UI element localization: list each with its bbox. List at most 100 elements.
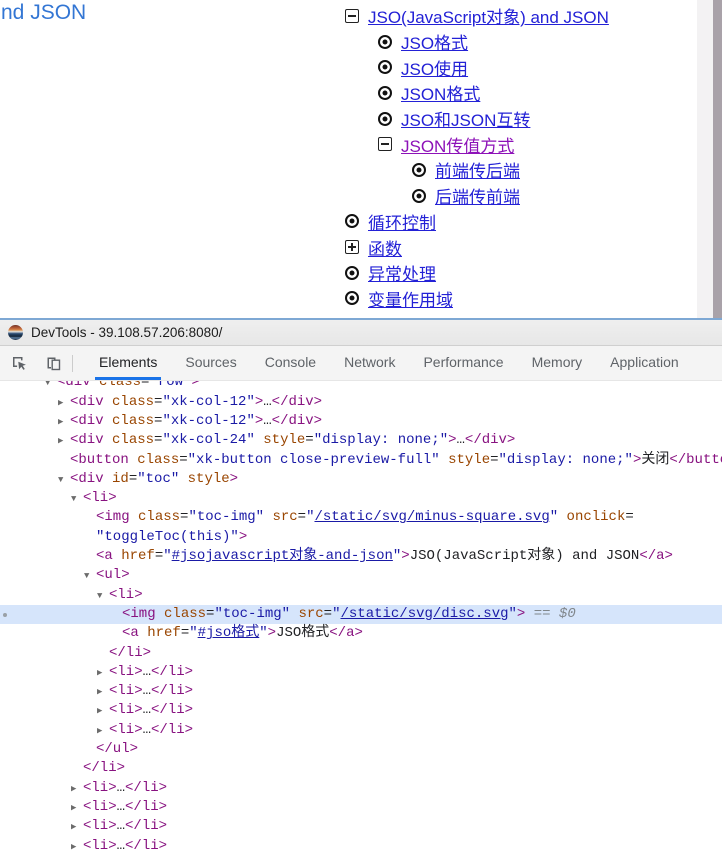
- expand-arrow-closed-icon[interactable]: ▶: [71, 799, 83, 818]
- tree-row[interactable]: ▶<li>…</li>: [0, 721, 722, 740]
- page-scrollbar-track[interactable]: [697, 0, 713, 318]
- toc-link[interactable]: 循环控制: [368, 209, 436, 234]
- device-toolbar-icon[interactable]: [38, 348, 68, 378]
- tree-row[interactable]: </li>: [0, 759, 722, 778]
- disc-icon: [412, 163, 426, 177]
- tag-token: <img: [122, 606, 156, 622]
- minus-square-icon[interactable]: [345, 9, 359, 23]
- tag-token: >: [268, 625, 276, 641]
- site-favicon-icon: [8, 325, 23, 340]
- toc-item: JSO和JSON互转: [378, 106, 609, 132]
- tree-row[interactable]: <a href="#jsojavascript对象-and-json">JSO(…: [0, 547, 722, 566]
- tree-row[interactable]: ▶<li>…</li>: [0, 682, 722, 701]
- toc-link[interactable]: JSON格式: [401, 80, 480, 105]
- toc-link[interactable]: 后端传前端: [435, 183, 520, 208]
- tree-row[interactable]: ▶<li>…</li>: [0, 663, 722, 682]
- tree-row[interactable]: <button class="xk-button close-preview-f…: [0, 451, 722, 470]
- toc-link[interactable]: JSO和JSON互转: [401, 106, 530, 131]
- tab-sources[interactable]: Sources: [171, 346, 250, 380]
- attr-link-token[interactable]: /static/svg/disc.svg: [340, 606, 508, 622]
- tag-token: </li>: [109, 645, 151, 661]
- tree-row[interactable]: <img class="toc-img" src="/static/svg/mi…: [0, 508, 722, 527]
- plus-square-icon[interactable]: [345, 240, 359, 254]
- tag-token: </li>: [151, 664, 193, 680]
- expand-arrow-closed-icon[interactable]: ▶: [71, 818, 83, 837]
- attr-name-token: class: [104, 432, 154, 448]
- toc-link[interactable]: JSO使用: [401, 55, 468, 80]
- attr-name-token: style: [179, 471, 229, 487]
- toolbar-divider: [72, 355, 73, 372]
- tree-row[interactable]: </li>: [0, 644, 722, 663]
- toc-item: JSON格式: [378, 80, 609, 106]
- text-token: =: [324, 606, 332, 622]
- tab-console[interactable]: Console: [251, 346, 330, 380]
- webpage-viewport: nd JSON JSO(JavaScript对象) and JSONJSO格式J…: [0, 0, 722, 318]
- tree-row[interactable]: ▶<li>…</li>: [0, 779, 722, 798]
- tree-row-selected[interactable]: <img class="toc-img" src="/static/svg/di…: [0, 605, 722, 624]
- toc-link[interactable]: JSO(JavaScript对象) and JSON: [368, 3, 609, 28]
- expand-arrow-closed-icon[interactable]: ▶: [97, 702, 109, 721]
- devtools-panel: DevTools - 39.108.57.206:8080/ ElementsS…: [0, 320, 722, 861]
- tree-row[interactable]: ▶<li>…</li>: [0, 837, 722, 856]
- tree-row[interactable]: ▶<li>…</li>: [0, 817, 722, 836]
- tree-row[interactable]: ▼<div id="toc" style>: [0, 470, 722, 489]
- tree-row[interactable]: "toggleToc(this)">: [0, 528, 722, 547]
- expand-arrow-open-icon[interactable]: ▼: [97, 587, 109, 606]
- toc-link[interactable]: 异常处理: [368, 260, 436, 285]
- tab-network[interactable]: Network: [330, 346, 409, 380]
- disc-icon: [412, 189, 426, 203]
- expand-arrow-closed-icon[interactable]: ▶: [97, 664, 109, 683]
- attr-value-token: "toggleToc(this)": [96, 529, 239, 545]
- tab-elements[interactable]: Elements: [85, 346, 171, 380]
- attr-link-token[interactable]: #jsojavascript对象-and-json: [172, 548, 393, 564]
- expand-arrow-closed-icon[interactable]: ▶: [58, 394, 70, 413]
- toc-link[interactable]: 变量作用域: [368, 286, 453, 311]
- page-scrollbar-thumb[interactable]: [713, 0, 722, 318]
- expand-arrow-closed-icon[interactable]: ▶: [58, 432, 70, 451]
- minus-square-icon[interactable]: [378, 137, 392, 151]
- text-token: …: [143, 702, 151, 718]
- text-token: =: [181, 625, 189, 641]
- tree-row[interactable]: ▶<div class="xk-col-12">…</div>: [0, 412, 722, 431]
- tree-row[interactable]: <a href="#jso格式">JSO格式</a>: [0, 624, 722, 643]
- tree-row[interactable]: ▶<li>…</li>: [0, 798, 722, 817]
- expand-arrow-closed-icon[interactable]: ▶: [97, 722, 109, 741]
- tab-performance[interactable]: Performance: [409, 346, 517, 380]
- tree-row[interactable]: </ul>: [0, 740, 722, 759]
- tag-token: <li>: [109, 664, 143, 680]
- tree-row[interactable]: ▶<div class="xk-col-12">…</div>: [0, 393, 722, 412]
- toc-link[interactable]: JSON传值方式: [401, 132, 514, 157]
- toc-item: JSON传值方式: [378, 131, 609, 157]
- text-token: =: [625, 509, 633, 525]
- expand-arrow-closed-icon[interactable]: ▶: [58, 413, 70, 432]
- tab-application[interactable]: Application: [596, 346, 693, 380]
- inspect-icon[interactable]: [4, 348, 34, 378]
- tree-row[interactable]: ▶<li>…</li>: [0, 701, 722, 720]
- toc-link[interactable]: 前端传后端: [435, 157, 520, 182]
- expand-arrow-closed-icon[interactable]: ▶: [97, 683, 109, 702]
- attr-value-token: "xk-col-12": [162, 413, 254, 429]
- attr-value-token: ": [189, 625, 197, 641]
- text-token: =: [305, 432, 313, 448]
- tree-row[interactable]: ▼<li>: [0, 586, 722, 605]
- attr-value-token: "xk-col-24": [162, 432, 254, 448]
- disc-icon: [378, 86, 392, 100]
- expand-arrow-open-icon[interactable]: ▼: [71, 490, 83, 509]
- attr-name-token: src: [264, 509, 298, 525]
- text-token: =: [129, 471, 137, 487]
- tree-row[interactable]: ▼<ul>: [0, 566, 722, 585]
- expand-arrow-open-icon[interactable]: ▼: [58, 471, 70, 490]
- expand-arrow-closed-icon[interactable]: ▶: [71, 838, 83, 857]
- devtools-toolbar: ElementsSourcesConsoleNetworkPerformance…: [0, 346, 722, 381]
- expand-arrow-closed-icon[interactable]: ▶: [71, 780, 83, 799]
- tree-row[interactable]: ▼<li>: [0, 489, 722, 508]
- tree-row[interactable]: ▶<div class="xk-col-24" style="display: …: [0, 431, 722, 450]
- attr-link-token[interactable]: /static/svg/minus-square.svg: [314, 509, 549, 525]
- toc-link[interactable]: JSO格式: [401, 29, 468, 54]
- attr-link-token[interactable]: #jso格式: [198, 625, 260, 641]
- expand-arrow-open-icon[interactable]: ▼: [84, 567, 96, 586]
- text-token: …: [143, 664, 151, 680]
- toc-link[interactable]: 函数: [368, 235, 402, 260]
- tag-token: </div>: [465, 432, 515, 448]
- tab-memory[interactable]: Memory: [518, 346, 597, 380]
